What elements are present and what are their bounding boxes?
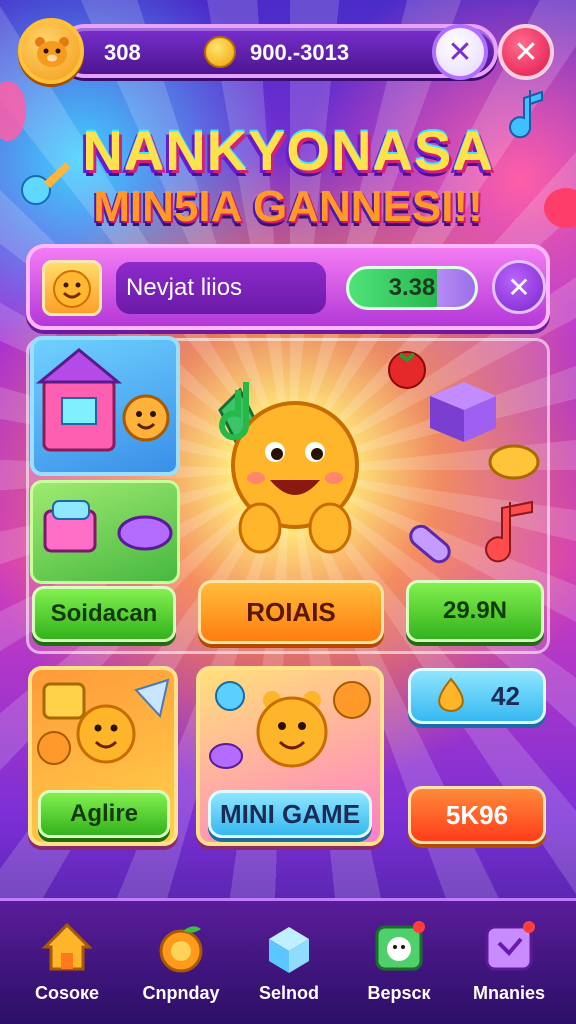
mini-game-card[interactable]: MINI GAME (196, 666, 384, 846)
right-value-button[interactable]: 29.9N (406, 580, 544, 642)
nav-item-medals[interactable]: Mnanies (454, 919, 564, 1019)
smiley-icon (53, 270, 91, 308)
close-icon: ✕ (513, 34, 539, 70)
items-tile[interactable] (30, 480, 180, 584)
mini-game-button[interactable]: MINI GAME (208, 790, 372, 838)
close-button[interactable]: ✕ (432, 24, 488, 80)
game-subtitle: MIN5IA GANNESI!! (93, 182, 483, 231)
gift-characters-icon (37, 678, 170, 765)
orange-fruit-icon (159, 926, 203, 973)
ice-cube-icon (269, 927, 309, 973)
profile-close-button[interactable]: ✕ (492, 260, 546, 314)
exit-button[interactable]: ✕ (498, 24, 554, 80)
coins-value: 900.-3013 (250, 40, 350, 65)
close-icon: ✕ (447, 34, 473, 70)
left-action-button[interactable]: Soidacan (32, 586, 176, 642)
gems-value: 42 (491, 680, 520, 711)
card-left-button[interactable]: Aglire (38, 790, 170, 838)
nav-item-pets[interactable]: Bepscк (344, 919, 454, 1019)
nav-label: Bepscк (367, 983, 431, 1003)
nav-label: Mnanies (472, 983, 546, 1003)
bottom-navigation: Cоsoке Cnpnday Selnod Bepscк Mnanies (0, 898, 576, 1024)
score-progress-pill: 3.38 (346, 266, 478, 310)
nav-item-daily[interactable]: Cnpnday (126, 919, 236, 1019)
close-icon: ✕ (507, 270, 531, 304)
bear-face-icon (35, 37, 69, 67)
level-value: 308 (104, 40, 141, 65)
bear-friends-icon (209, 681, 371, 769)
center-action-button[interactable]: ROIAIS (198, 580, 384, 644)
player-name-field[interactable]: Nevjat liios (116, 262, 326, 314)
game-title: NANKYONASA (82, 119, 494, 182)
gold-drop-icon (438, 677, 464, 712)
gift-box-icon (43, 500, 173, 553)
profile-avatar[interactable] (42, 260, 102, 316)
gems-counter[interactable]: 42 (408, 668, 546, 724)
shop-house-tile[interactable] (30, 336, 180, 476)
nav-item-home[interactable]: Cоsoке (12, 919, 122, 1019)
top-status-bar: 308 900.-3013 (18, 18, 498, 84)
nav-item-select[interactable]: Selnod (234, 919, 344, 1019)
nav-label: Cоsoке (34, 983, 100, 1003)
left-game-card[interactable]: Aglire (28, 666, 178, 846)
medal-box-icon (485, 921, 535, 971)
pet-box-icon (375, 921, 425, 971)
profile-panel: Nevjat liios 3.38 ✕ (26, 244, 550, 330)
toy-house-icon (35, 348, 170, 452)
nav-label: Cnpnday (142, 983, 220, 1003)
coin-icon (204, 36, 236, 68)
home-icon (41, 922, 93, 971)
player-avatar[interactable] (18, 18, 84, 84)
nav-label: Selnod (258, 983, 319, 1003)
price-button[interactable]: 5K96 (408, 786, 546, 844)
